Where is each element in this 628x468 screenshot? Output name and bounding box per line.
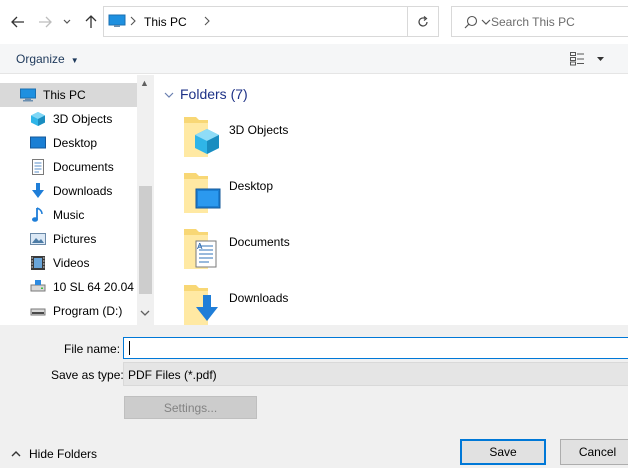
command-toolbar: Organize ▼ [0, 44, 628, 74]
breadcrumb-this-pc[interactable]: This PC [144, 15, 187, 29]
breadcrumb-chevron-icon[interactable] [130, 15, 136, 29]
sidebar-item-videos[interactable]: Videos [0, 251, 137, 275]
sidebar-item-label: Program (D:) [53, 304, 123, 318]
folder-desktop-icon [182, 171, 222, 218]
folder-label: 3D Objects [229, 123, 289, 137]
cube-icon [30, 111, 46, 127]
pictures-icon [30, 231, 46, 247]
drive-icon [30, 279, 46, 295]
search-icon [464, 15, 478, 32]
back-arrow-icon[interactable] [8, 12, 28, 32]
search-placeholder: Search This PC [491, 15, 575, 29]
pc-icon [20, 87, 36, 103]
folder-item-desktop[interactable]: Desktop [182, 171, 482, 221]
up-arrow-icon[interactable] [81, 12, 101, 32]
details-view-icon [570, 52, 606, 69]
caret-down-icon: ▼ [70, 56, 79, 65]
navigation-pane: This PC 3D Objects Desktop Documents Dow… [0, 75, 154, 325]
search-input[interactable]: Search This PC [451, 6, 628, 37]
scroll-up-icon[interactable]: ▲ [140, 78, 149, 88]
address-bar[interactable]: This PC [103, 6, 491, 37]
forward-arrow-icon[interactable] [35, 12, 55, 32]
sidebar-item-this-pc[interactable]: This PC [0, 83, 137, 107]
pc-icon [108, 14, 126, 31]
save-button[interactable]: Save [460, 439, 546, 465]
scroll-down-icon[interactable] [140, 309, 150, 319]
sidebar-item-label: Downloads [53, 184, 113, 198]
save-label: Save [489, 445, 517, 459]
documents-icon [30, 159, 46, 175]
sidebar-item-label: This PC [43, 88, 86, 102]
save-dialog-footer: File name: Save as type: PDF Files (*.pd… [0, 325, 628, 468]
desktop-icon [30, 135, 46, 151]
cancel-button[interactable]: Cancel [560, 439, 628, 465]
save-as-type-value: PDF Files (*.pdf) [128, 368, 217, 382]
folder-item-downloads[interactable]: Downloads [182, 283, 482, 325]
sidebar-item-documents[interactable]: Documents [0, 155, 137, 179]
navigation-bar: This PC Search This PC [0, 0, 628, 44]
download-icon [30, 183, 46, 199]
sidebar-item-drive-c[interactable]: 10 SL 64 20.04 (C [0, 275, 137, 299]
scrollbar-thumb[interactable] [139, 186, 152, 294]
sidebar-item-label: 10 SL 64 20.04 (C [53, 280, 137, 294]
sidebar-item-3d-objects[interactable]: 3D Objects [0, 107, 137, 131]
sidebar-item-drive-d[interactable]: Program (D:) [0, 299, 137, 323]
organize-label: Organize [16, 52, 65, 66]
hide-folders-button[interactable]: Hide Folders [11, 447, 97, 461]
folder-label: Desktop [229, 179, 274, 193]
save-as-type-label: Save as type: [51, 368, 124, 382]
sidebar-item-music[interactable]: Music [0, 203, 137, 227]
videos-icon [30, 255, 46, 271]
settings-button[interactable]: Settings... [124, 396, 257, 419]
folder-label: Documents [229, 235, 290, 249]
change-view-button[interactable] [570, 52, 606, 69]
sidebar-item-desktop[interactable]: Desktop [0, 131, 137, 155]
sidebar-item-label: 3D Objects [53, 112, 113, 126]
chevron-down-icon[interactable] [60, 12, 74, 32]
folder-item-3d-objects[interactable]: 3D Objects [182, 115, 482, 165]
folder-item-documents[interactable]: A Documents [182, 227, 482, 277]
hide-folders-label: Hide Folders [29, 447, 98, 461]
svg-text:A: A [197, 242, 203, 251]
sidebar-item-label: Music [53, 208, 85, 222]
drive-icon [30, 303, 46, 319]
folder-documents-icon: A [182, 227, 222, 274]
file-name-input[interactable] [123, 337, 628, 359]
folder-downloads-icon [182, 283, 222, 325]
sidebar-item-label: Pictures [53, 232, 97, 246]
music-icon [30, 207, 46, 223]
sidebar-scrollbar[interactable]: ▲ [137, 75, 154, 325]
save-as-type-select[interactable]: PDF Files (*.pdf) [123, 362, 628, 386]
file-name-label: File name: [64, 342, 121, 356]
sidebar-item-label: Documents [53, 160, 114, 174]
sidebar-item-label: Desktop [53, 136, 98, 150]
refresh-icon[interactable] [408, 6, 439, 37]
settings-label: Settings... [163, 400, 218, 415]
group-title: Folders (7) [180, 86, 248, 102]
sidebar-item-pictures[interactable]: Pictures [0, 227, 137, 251]
organize-button[interactable]: Organize ▼ [16, 52, 79, 66]
text-caret [129, 341, 130, 355]
sidebar-item-downloads[interactable]: Downloads [0, 179, 137, 203]
folder-label: Downloads [229, 291, 289, 305]
chevron-up-icon [11, 449, 21, 459]
chevron-down-icon [164, 86, 174, 102]
sidebar-item-label: Videos [53, 256, 90, 270]
cancel-label: Cancel [578, 445, 617, 459]
folder-3d-objects-icon [182, 115, 222, 162]
file-list-pane: Folders (7) 3D Objects Desktop A Documen… [154, 75, 628, 325]
folders-group-header[interactable]: Folders (7) [164, 86, 248, 102]
breadcrumb-chevron-icon[interactable] [204, 15, 210, 29]
